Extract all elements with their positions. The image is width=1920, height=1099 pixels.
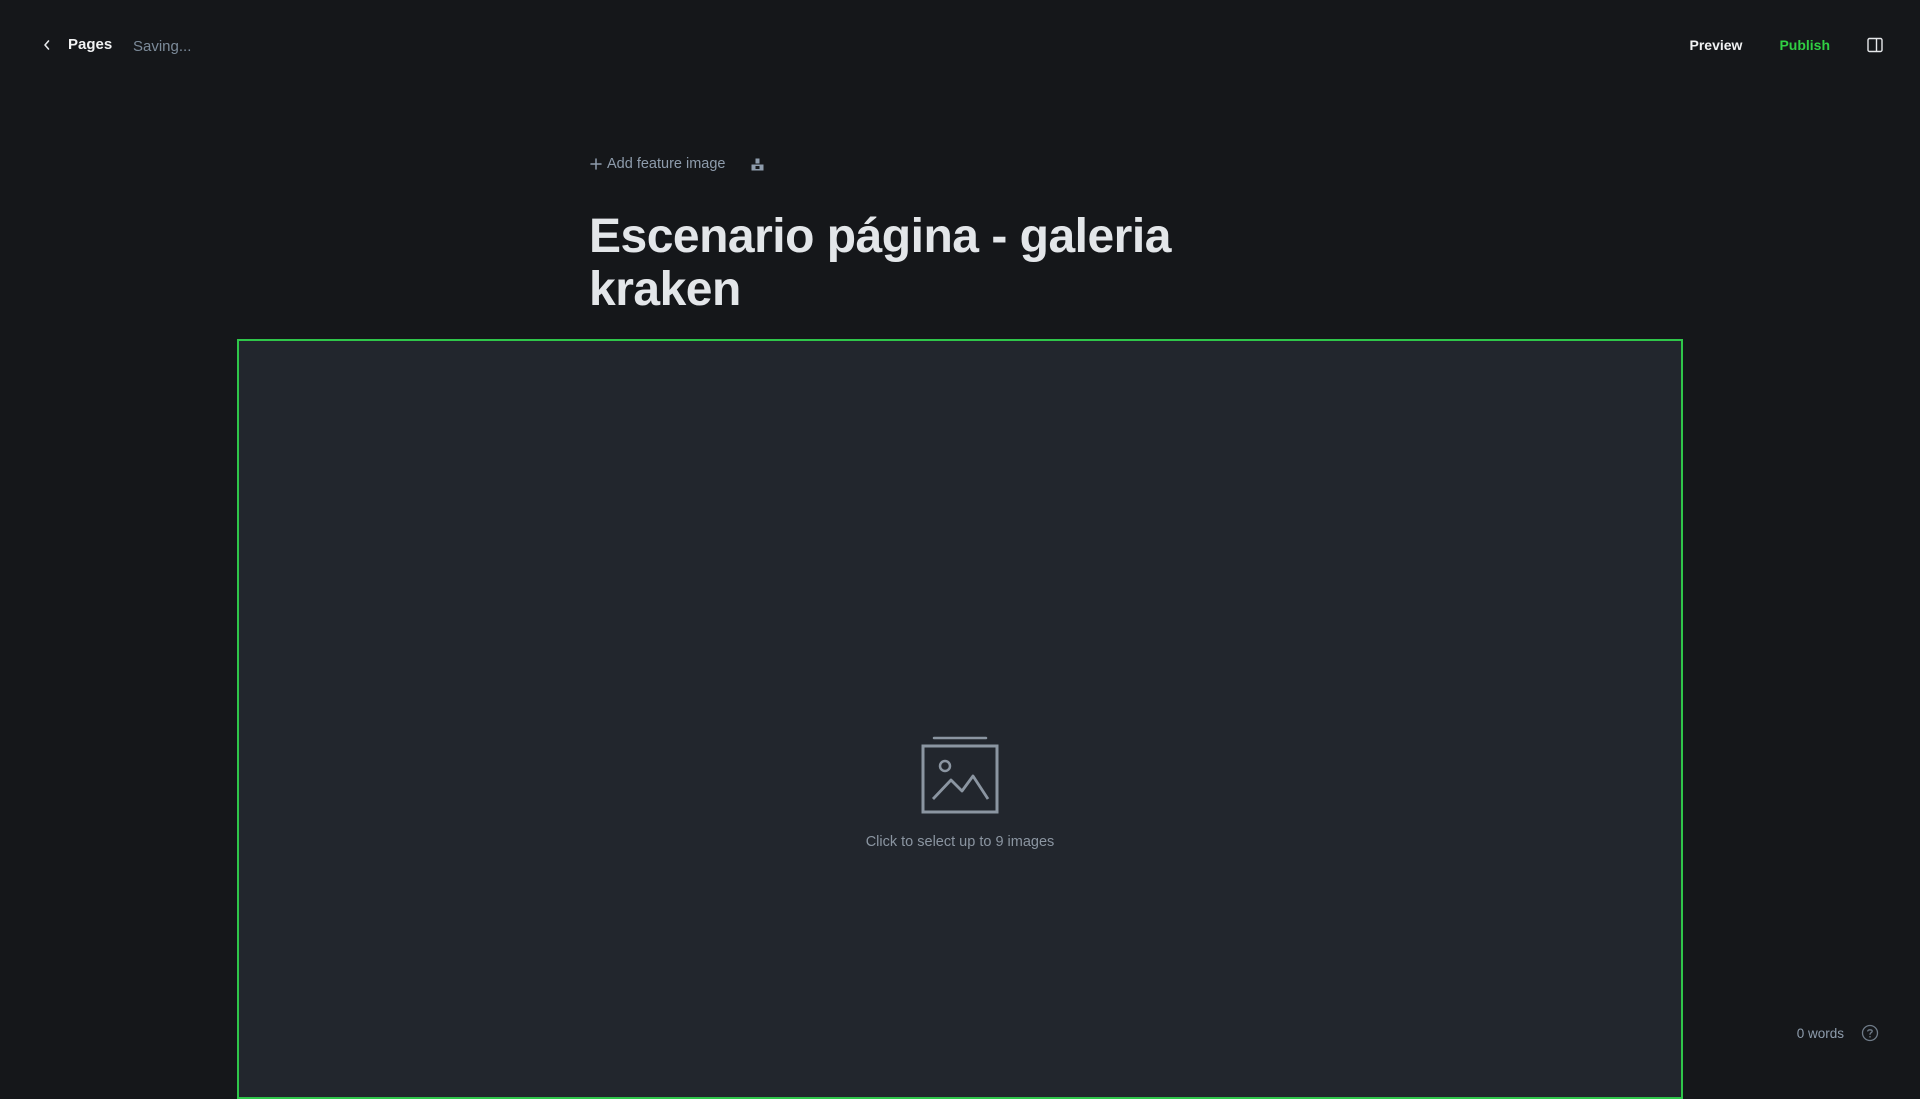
add-feature-image-button[interactable]: Add feature image [607, 156, 726, 172]
gallery-placeholder[interactable]: Click to select up to 9 images [239, 736, 1681, 850]
help-circle-icon[interactable] [1861, 1024, 1879, 1042]
preview-button[interactable]: Preview [1690, 37, 1743, 53]
image-gallery-icon [921, 736, 999, 814]
snippet-icon[interactable] [750, 157, 765, 172]
back-link-label: Pages [68, 36, 113, 53]
back-to-pages-link[interactable]: Pages [40, 36, 112, 53]
feature-image-row: Add feature image [589, 156, 765, 172]
chevron-left-icon [44, 39, 50, 50]
header-actions: Preview Publish [1690, 36, 1885, 54]
plus-icon [590, 158, 602, 170]
gallery-hint: Click to select up to 9 images [865, 834, 1055, 850]
sidebar-toggle-icon[interactable] [1866, 36, 1884, 54]
gallery-card[interactable]: Click to select up to 9 images [237, 339, 1683, 1099]
save-status: Saving... [133, 38, 192, 55]
publish-button[interactable]: Publish [1779, 37, 1830, 53]
word-count-bar: 0 words [1797, 1024, 1879, 1042]
page-title[interactable]: Escenario página - galeria kraken [589, 210, 1229, 316]
word-count: 0 words [1796, 1025, 1844, 1041]
editor-header: Pages Saving... Preview Publish [0, 0, 1920, 94]
